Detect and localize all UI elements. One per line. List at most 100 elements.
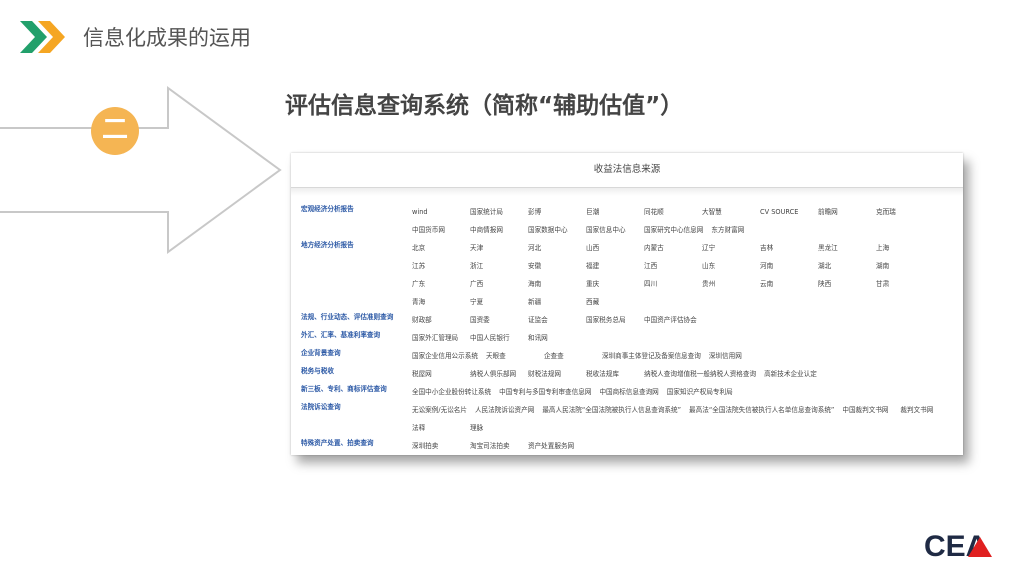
source-list: 税屋网 纳税人俱乐部网 财税法规网 税收法规库 纳税人查询增值税一般纳税人资格查询 高新技… <box>412 365 963 383</box>
category-label[interactable]: 法院诉讼查询 <box>291 401 412 414</box>
source-link[interactable]: 财税法规网 <box>528 365 586 383</box>
source-link[interactable]: 国家统计局 <box>470 203 528 221</box>
source-link[interactable]: 陕西 <box>818 275 876 293</box>
source-link[interactable]: 东方财富网 <box>711 221 769 239</box>
source-link[interactable]: 辽宁 <box>702 239 760 257</box>
source-link[interactable]: 税屋网 <box>412 365 470 383</box>
source-link[interactable]: 纳税人俱乐部网 <box>470 365 528 383</box>
source-link[interactable]: 巨潮 <box>586 203 644 221</box>
source-link[interactable]: 黑龙江 <box>818 239 876 257</box>
source-link[interactable]: 中国商标信息查询网 <box>599 383 666 401</box>
section-number-badge: 二 <box>91 107 139 155</box>
source-link[interactable]: 中国裁判文书网 <box>842 401 900 419</box>
source-link[interactable]: 西藏 <box>586 293 644 311</box>
source-link[interactable]: 中商情报网 <box>470 221 528 239</box>
category-label[interactable]: 企业背景查询 <box>291 347 412 360</box>
source-link[interactable]: 深圳信用网 <box>709 347 767 365</box>
source-link[interactable]: 国家税务总局 <box>586 311 644 329</box>
source-link[interactable]: 吉林 <box>760 239 818 257</box>
category-label[interactable]: 宏观经济分析报告 <box>291 203 412 216</box>
source-link[interactable]: 中国人民银行 <box>470 329 528 347</box>
source-link[interactable]: 国家企业信用公示系统 <box>412 347 486 365</box>
source-link[interactable]: 四川 <box>644 275 702 293</box>
source-link[interactable]: 江西 <box>644 257 702 275</box>
source-link[interactable]: 人民法院诉讼资产网 <box>475 401 542 419</box>
source-link[interactable]: 江苏 <box>412 257 470 275</box>
chevron-logo-icon <box>20 21 65 53</box>
source-link[interactable]: 彭博 <box>528 203 586 221</box>
source-link[interactable]: 甘肃 <box>876 275 934 293</box>
source-link[interactable]: 中国货币网 <box>412 221 470 239</box>
source-link[interactable]: 证监会 <box>528 311 586 329</box>
source-link[interactable]: 浙江 <box>470 257 528 275</box>
source-link[interactable]: wind <box>412 203 470 221</box>
source-link[interactable]: 法释 <box>412 419 470 437</box>
source-link[interactable]: 裁判文书网 <box>900 401 958 419</box>
source-link[interactable]: 财政部 <box>412 311 470 329</box>
source-row: 地方经济分析报告 北京 天津 河北 山西 内蒙古 辽宁 吉林 黑龙江 上海江苏 浙江 安徽 福建 江西 山东… <box>291 239 963 311</box>
source-link[interactable]: 克而瑞 <box>876 203 934 221</box>
source-link[interactable]: 深圳商事主体登记及备案信息查询 <box>602 347 709 365</box>
source-link[interactable]: 税收法规库 <box>586 365 644 383</box>
source-link[interactable]: 国家数据中心 <box>528 221 586 239</box>
source-link[interactable]: 淘宝司法拍卖 <box>470 437 528 455</box>
source-link[interactable]: 内蒙古 <box>644 239 702 257</box>
source-link[interactable]: 理脉 <box>470 419 528 437</box>
source-row: 特殊资产处置、拍卖查询 深圳拍卖 淘宝司法拍卖 资产处置服务网 <box>291 437 963 455</box>
source-link[interactable]: 大智慧 <box>702 203 760 221</box>
source-link[interactable]: 国家研究中心信息网 <box>644 221 711 239</box>
source-link[interactable]: 云南 <box>760 275 818 293</box>
source-row: 企业背景查询 国家企业信用公示系统 天眼查 企查查 深圳商事主体登记及备案信息查询 深圳信… <box>291 347 963 365</box>
source-rows: 宏观经济分析报告 wind 国家统计局 彭博 巨潮 同花顺 大智慧 CV SOURCE 前瞻网克… <box>291 203 963 455</box>
source-list: 国家企业信用公示系统 天眼查 企查查 深圳商事主体登记及备案信息查询 深圳信用网 <box>412 347 963 365</box>
source-link[interactable]: 山东 <box>702 257 760 275</box>
source-link[interactable]: 河北 <box>528 239 586 257</box>
source-link[interactable]: 天津 <box>470 239 528 257</box>
source-link[interactable]: 同花顺 <box>644 203 702 221</box>
source-link[interactable]: 前瞻网 <box>818 203 876 221</box>
source-link[interactable]: 安徽 <box>528 257 586 275</box>
source-link[interactable]: 企查查 <box>544 347 602 365</box>
source-link[interactable]: 新疆 <box>528 293 586 311</box>
source-link[interactable]: 最高人民法院“全国法院被执行人信息查询系统” <box>542 401 689 419</box>
source-link[interactable]: 山西 <box>586 239 644 257</box>
source-link[interactable]: 宁夏 <box>470 293 528 311</box>
source-list: 财政部 国资委 证监会 国家税务总局 中国资产评估协会 <box>412 311 963 329</box>
source-link[interactable]: 高新技术企业认定 <box>764 365 825 383</box>
source-link[interactable]: 无讼案例/无讼名片 <box>412 401 475 419</box>
source-link[interactable]: 上海 <box>876 239 934 257</box>
source-link[interactable]: 贵州 <box>702 275 760 293</box>
category-label[interactable]: 特殊资产处置、拍卖查询 <box>291 437 412 450</box>
source-link[interactable]: 北京 <box>412 239 470 257</box>
category-label[interactable]: 新三板、专利、商标评估查询 <box>291 383 412 396</box>
source-link[interactable]: 青海 <box>412 293 470 311</box>
source-link[interactable]: CV SOURCE <box>760 203 818 221</box>
source-link[interactable]: 纳税人查询增值税一般纳税人资格查询 <box>644 365 764 383</box>
source-link[interactable]: 国家知识产权局专利局 <box>667 383 741 401</box>
category-label[interactable]: 税务与税收 <box>291 365 412 378</box>
source-link[interactable]: 广东 <box>412 275 470 293</box>
source-link[interactable]: 国家外汇管理局 <box>412 329 470 347</box>
source-link[interactable]: 最高法“全国法院失信被执行人名单信息查询系统” <box>689 401 842 419</box>
source-link[interactable]: 福建 <box>586 257 644 275</box>
source-link[interactable]: 和讯网 <box>528 329 586 347</box>
source-link[interactable]: 国家信息中心 <box>586 221 644 239</box>
source-link[interactable]: 广西 <box>470 275 528 293</box>
source-row: 宏观经济分析报告 wind 国家统计局 彭博 巨潮 同花顺 大智慧 CV SOURCE 前瞻网克… <box>291 203 963 239</box>
source-link[interactable]: 重庆 <box>586 275 644 293</box>
source-link[interactable]: 中国资产评估协会 <box>644 311 705 329</box>
source-link[interactable]: 中国专利与多国专利审查信息网 <box>499 383 599 401</box>
category-label[interactable]: 法规、行业动态、评估准则查询 <box>291 311 412 324</box>
source-link[interactable]: 资产处置服务网 <box>528 437 586 455</box>
source-link[interactable]: 湖南 <box>876 257 934 275</box>
source-link[interactable]: 全国中小企业股份转让系统 <box>412 383 499 401</box>
source-row: 外汇、汇率、基准利率查询 国家外汇管理局 中国人民银行 和讯网 <box>291 329 963 347</box>
source-link[interactable]: 天眼查 <box>486 347 544 365</box>
source-link[interactable]: 河南 <box>760 257 818 275</box>
source-link[interactable]: 湖北 <box>818 257 876 275</box>
source-link[interactable]: 国资委 <box>470 311 528 329</box>
category-label[interactable]: 外汇、汇率、基准利率查询 <box>291 329 412 342</box>
category-label[interactable]: 地方经济分析报告 <box>291 239 412 252</box>
source-link[interactable]: 深圳拍卖 <box>412 437 470 455</box>
source-link[interactable]: 海南 <box>528 275 586 293</box>
